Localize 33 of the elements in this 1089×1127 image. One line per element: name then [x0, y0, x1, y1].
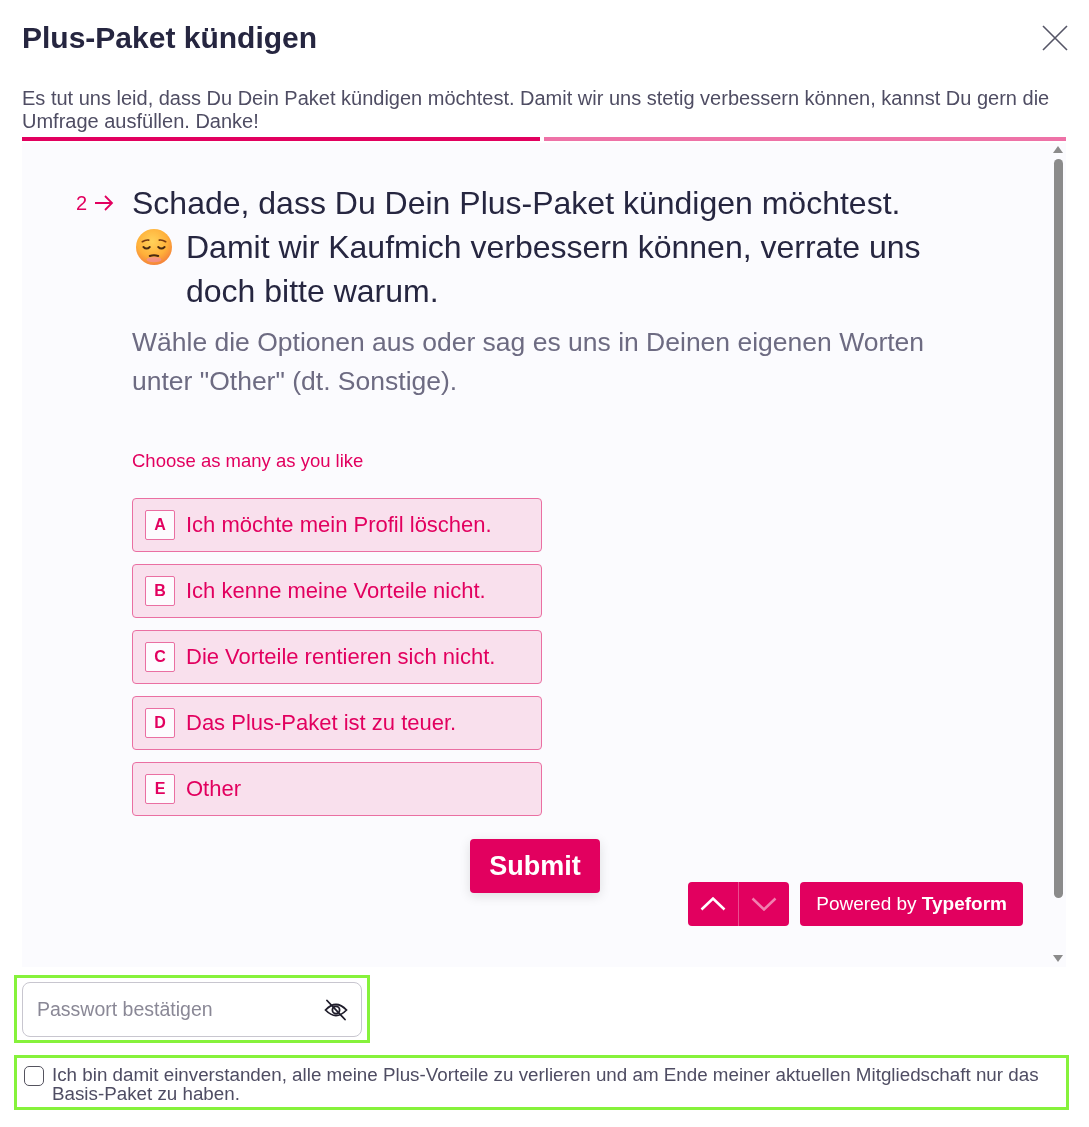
previous-button[interactable] — [688, 882, 740, 926]
chevron-up-icon — [700, 897, 727, 911]
powered-by-button[interactable]: Powered by Typeform — [800, 882, 1023, 926]
intro-text: Es tut uns leid, dass Du Dein Paket kündigen möchtest. Damit wir uns stetig verbessern können, kannst Du gern die Umfrage ausfüllen. Danke! — [22, 87, 1051, 133]
answer-option[interactable]: D Das Plus-Paket ist zu teuer. — [132, 696, 542, 750]
eye-slash-icon[interactable] — [324, 999, 348, 1021]
pensive-face-icon — [136, 229, 172, 265]
answer-option[interactable]: B Ich kenne meine Vorteile nicht. — [132, 564, 542, 618]
question-number: 2 — [76, 191, 88, 215]
close-icon — [1042, 25, 1068, 51]
answer-option[interactable]: C Die Vorteile rentieren sich nicht. — [132, 630, 542, 684]
checkbox[interactable] — [24, 1066, 44, 1086]
submit-button[interactable]: Submit — [470, 839, 600, 893]
scroll-up-icon[interactable] — [1053, 146, 1063, 153]
hint-text: Choose as many as you like — [132, 449, 365, 473]
answer-option[interactable]: E Other — [132, 762, 542, 816]
arrow-right-icon — [95, 195, 115, 211]
answer-option[interactable]: A Ich möchte mein Profil löschen. — [132, 498, 542, 552]
option-key: A — [145, 510, 175, 540]
question-text: Damit wir Kaufmich verbessern können, verrate uns doch bitte warum. — [186, 228, 922, 311]
chevron-down-icon — [751, 897, 778, 911]
option-key: E — [145, 774, 175, 804]
password-field[interactable]: Passwort bestätigen — [22, 982, 362, 1037]
consent-label: Ich bin damit einverstanden, alle meine Plus-Vorteile zu verlieren und am Ende meiner aktuellen Mitgliedschaft nur das Basis-Paket zu haben. — [52, 1065, 1040, 1103]
option-key: C — [145, 642, 175, 672]
option-key: D — [145, 708, 175, 738]
scroll-down-icon[interactable] — [1053, 955, 1063, 962]
question-text: Schade, dass Du Dein Plus-Paket kündigen möchtest. — [132, 184, 902, 223]
option-key: B — [145, 576, 175, 606]
scrollbar-thumb[interactable] — [1053, 159, 1063, 898]
close-button[interactable] — [1042, 25, 1068, 51]
dialog-title: Plus-Paket kündigen — [22, 20, 318, 56]
question-description: Wähle die Optionen aus oder sag es uns in Deinen eigenen Worten unter "Other" (dt. Sonstige). — [132, 326, 926, 398]
